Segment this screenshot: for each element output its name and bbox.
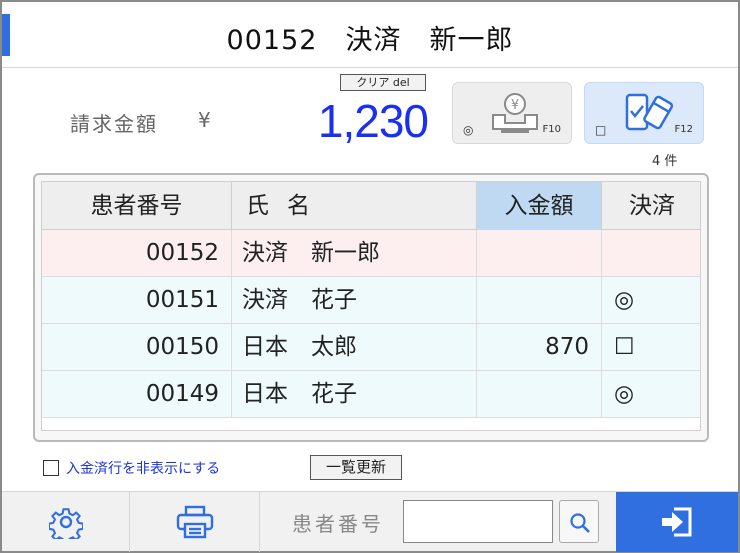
table-row[interactable]: 00150 日本 太郎 870 ☐ <box>42 324 700 371</box>
table-row[interactable]: 00152 決済 新一郎 <box>42 230 700 277</box>
svg-text:¥: ¥ <box>511 98 519 113</box>
card-phone-icon <box>625 93 674 131</box>
table-header: 患者番号 氏名 入金額 決済 <box>42 182 700 230</box>
hide-paid-checkbox[interactable] <box>43 460 59 476</box>
search-icon <box>570 513 590 533</box>
patient-no-label: 患者番号 <box>292 512 384 536</box>
print-button[interactable] <box>130 492 260 552</box>
header-name[interactable]: 氏名 <box>232 182 477 230</box>
page-title: 00152 決済 新一郎 <box>226 25 514 56</box>
footer-bar: 患者番号 <box>2 491 738 552</box>
record-count: 4 件 <box>652 154 678 169</box>
currency-sign: ¥ <box>198 108 211 132</box>
patient-table: 患者番号 氏名 入金額 決済 00152 決済 新一郎 00151 決済 花子 … <box>41 181 701 431</box>
cell-settlement[interactable]: ◎ <box>602 277 700 323</box>
billing-label: 請求金額 <box>70 112 158 136</box>
app-window: 00152 決済 新一郎 請求金額 ¥ クリア del 1,230 ◎ ¥ F1… <box>0 0 740 553</box>
patient-no-input[interactable] <box>403 500 553 543</box>
cell-name: 決済 花子 <box>232 277 477 323</box>
cash-key-hint: F10 <box>542 124 561 135</box>
cell-deposit[interactable] <box>477 230 602 276</box>
table-row[interactable]: 00149 日本 花子 ◎ <box>42 371 700 418</box>
printer-icon <box>176 505 213 539</box>
cash-register-icon: ¥ <box>492 93 538 133</box>
cell-name: 決済 新一郎 <box>232 230 477 276</box>
search-button[interactable] <box>559 500 599 543</box>
gear-icon <box>48 508 83 539</box>
table-row[interactable]: 00151 決済 花子 ◎ <box>42 277 700 324</box>
card-key-hint: F12 <box>674 124 693 135</box>
header: 00152 決済 新一郎 <box>2 2 738 68</box>
cell-name: 日本 太郎 <box>232 324 477 370</box>
billing-amount: 1,230 <box>317 95 429 147</box>
settings-button[interactable] <box>2 492 130 552</box>
card-payment-button[interactable]: □ F12 <box>584 82 704 144</box>
header-patient-no[interactable]: 患者番号 <box>42 182 232 230</box>
cell-patient-no: 00152 <box>42 230 232 276</box>
patient-table-frame: 患者番号 氏名 入金額 決済 00152 決済 新一郎 00151 決済 花子 … <box>33 173 709 442</box>
cell-settlement[interactable] <box>602 230 700 276</box>
cell-name: 日本 花子 <box>232 371 477 417</box>
clear-button[interactable]: クリア del <box>340 74 426 91</box>
cash-payment-button[interactable]: ◎ ¥ F10 <box>452 82 572 144</box>
refresh-list-button[interactable]: 一覧更新 <box>310 455 402 480</box>
cell-settlement[interactable]: ☐ <box>602 324 700 370</box>
cell-deposit[interactable] <box>477 277 602 323</box>
exit-icon <box>662 507 692 537</box>
cell-deposit[interactable]: 870 <box>477 324 602 370</box>
cell-patient-no: 00151 <box>42 277 232 323</box>
hide-paid-label[interactable]: 入金済行を非表示にする <box>66 458 220 478</box>
header-settlement[interactable]: 決済 <box>602 182 700 230</box>
cell-deposit[interactable] <box>477 371 602 417</box>
cell-settlement[interactable]: ◎ <box>602 371 700 417</box>
card-unselected-radio: □ <box>595 123 607 137</box>
cash-selected-radio: ◎ <box>463 123 474 137</box>
header-deposit[interactable]: 入金額 <box>477 182 602 230</box>
cell-patient-no: 00150 <box>42 324 232 370</box>
cell-patient-no: 00149 <box>42 371 232 417</box>
exit-button[interactable] <box>616 492 738 552</box>
